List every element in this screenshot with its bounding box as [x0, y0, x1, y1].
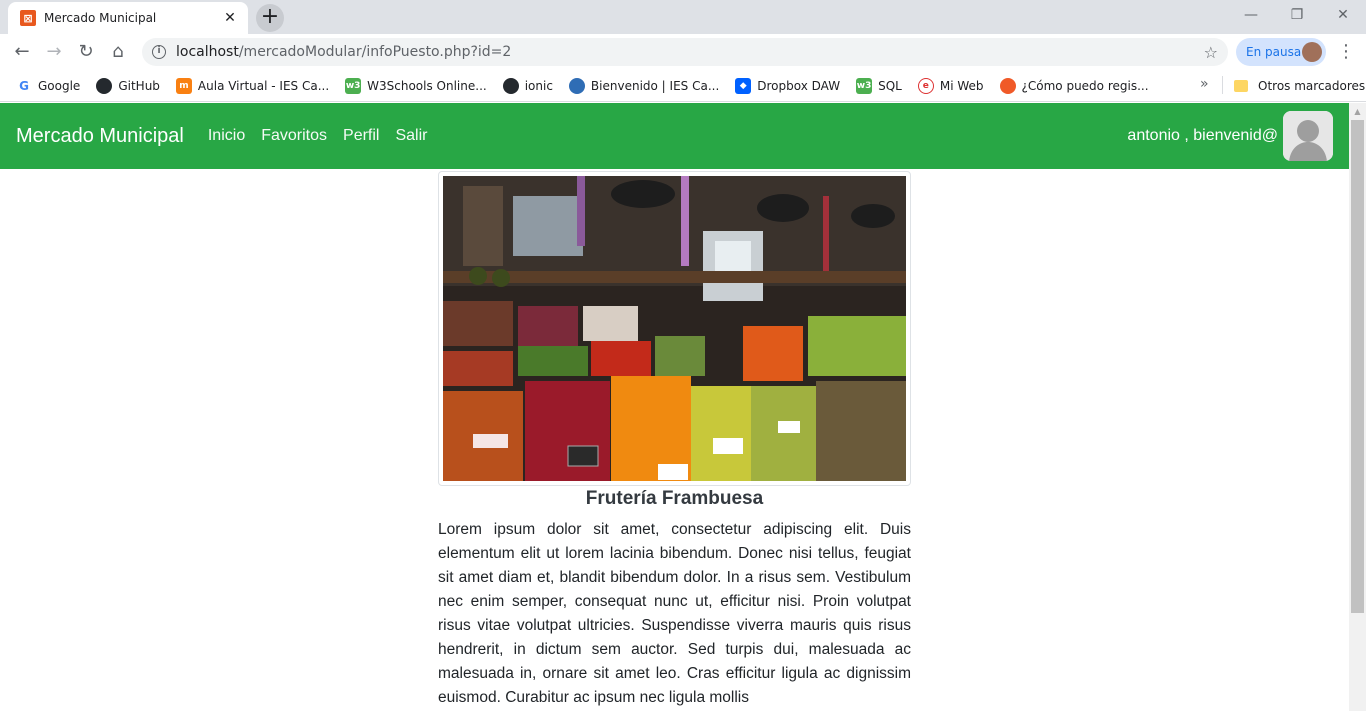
nav-link-perfil[interactable]: Perfil — [343, 127, 379, 145]
user-avatar[interactable] — [1283, 111, 1333, 161]
puesto-image — [438, 171, 911, 486]
tab-title: Mercado Municipal — [44, 11, 157, 25]
reload-icon[interactable]: ↻ — [72, 38, 100, 66]
info-icon[interactable]: i — [152, 45, 166, 59]
close-tab-icon[interactable]: ✕ — [222, 10, 238, 26]
restore-icon[interactable]: ❐ — [1274, 0, 1320, 30]
address-path: /mercadoModular/infoPuesto.php?id=2 — [238, 44, 512, 60]
w3schools-icon: w3 — [856, 77, 873, 94]
browser-tab[interactable]: ⊠ Mercado Municipal ✕ — [8, 2, 248, 34]
bookmark-ionic[interactable]: ionic — [502, 77, 553, 94]
address-bar[interactable]: i localhost/mercadoModular/infoPuesto.ph… — [142, 38, 1228, 66]
question-icon — [999, 77, 1016, 94]
dropbox-icon: ◆ — [735, 77, 752, 94]
home-icon[interactable]: ⌂ — [104, 38, 132, 66]
market-stall-photo — [443, 176, 906, 481]
scroll-up-icon[interactable]: ▲ — [1349, 103, 1366, 120]
bookmark-github[interactable]: GitHub — [96, 77, 160, 94]
profile-avatar — [1302, 42, 1322, 62]
site-brand[interactable]: Mercado Municipal — [16, 125, 184, 148]
page-viewport: Mercado Municipal Inicio Favoritos Perfi… — [0, 103, 1366, 711]
bookmarks-bar: G Google GitHub m Aula Virtual - IES Ca...… — [0, 70, 1366, 102]
puesto-description: Lorem ipsum dolor sit amet, consectetur … — [438, 521, 911, 706]
user-greeting: antonio , bienvenid@ — [1127, 127, 1278, 144]
pause-label: En pausa — [1246, 45, 1302, 59]
back-arrow-icon[interactable]: ← — [8, 38, 36, 66]
bookmark-sql[interactable]: w3 SQL — [856, 77, 902, 94]
close-window-icon[interactable]: ✕ — [1320, 0, 1366, 30]
new-tab-button[interactable]: + — [256, 4, 284, 32]
bookmark-aula-virtual[interactable]: m Aula Virtual - IES Ca... — [175, 77, 329, 94]
nav-link-favoritos[interactable]: Favoritos — [261, 127, 327, 145]
star-icon[interactable]: ☆ — [1204, 43, 1218, 62]
tab-strip: ⊠ Mercado Municipal ✕ + — ❐ ✕ — [0, 0, 1366, 34]
puesto-title: Frutería Frambuesa — [585, 488, 764, 509]
bookmark-como-puedo[interactable]: ¿Cómo puedo regis... — [999, 77, 1149, 94]
bookmark-google[interactable]: G Google — [16, 77, 80, 94]
page-scrollbar[interactable]: ▲ — [1349, 103, 1366, 711]
w3schools-icon: w3 — [345, 77, 362, 94]
address-host: localhost — [176, 44, 239, 60]
folder-icon — [1234, 80, 1248, 92]
more-bookmarks-icon[interactable]: » — [1200, 76, 1209, 92]
forward-arrow-icon[interactable]: → — [40, 38, 68, 66]
github-icon — [96, 77, 113, 94]
bookmark-w3schools[interactable]: w3 W3Schools Online... — [345, 77, 487, 94]
nav-link-inicio[interactable]: Inicio — [208, 127, 245, 145]
menu-kebab-icon[interactable]: ⋮ — [1336, 38, 1356, 66]
profile-pause-button[interactable]: En pausa — [1236, 38, 1326, 66]
github-icon — [502, 77, 519, 94]
bookmark-mi-web[interactable]: e Mi Web — [917, 77, 984, 94]
other-bookmarks[interactable]: Otros marcadores — [1234, 70, 1365, 102]
bookmark-dropbox[interactable]: ◆ Dropbox DAW — [735, 77, 840, 94]
minimize-icon[interactable]: — — [1228, 0, 1274, 30]
browser-toolbar: ← → ↻ ⌂ i localhost/mercadoModular/infoP… — [0, 34, 1366, 70]
scrollbar-thumb[interactable] — [1351, 120, 1364, 613]
xampp-icon: ⊠ — [20, 10, 36, 26]
nav-link-salir[interactable]: Salir — [395, 127, 427, 145]
bookmarks-divider — [1222, 76, 1223, 94]
ies-icon — [568, 77, 585, 94]
google-icon: G — [16, 77, 32, 94]
site-navbar: Mercado Municipal Inicio Favoritos Perfi… — [0, 103, 1349, 169]
web-icon: e — [917, 77, 934, 94]
bookmark-bienvenido[interactable]: Bienvenido | IES Ca... — [568, 77, 719, 94]
moodle-icon: m — [175, 77, 192, 94]
